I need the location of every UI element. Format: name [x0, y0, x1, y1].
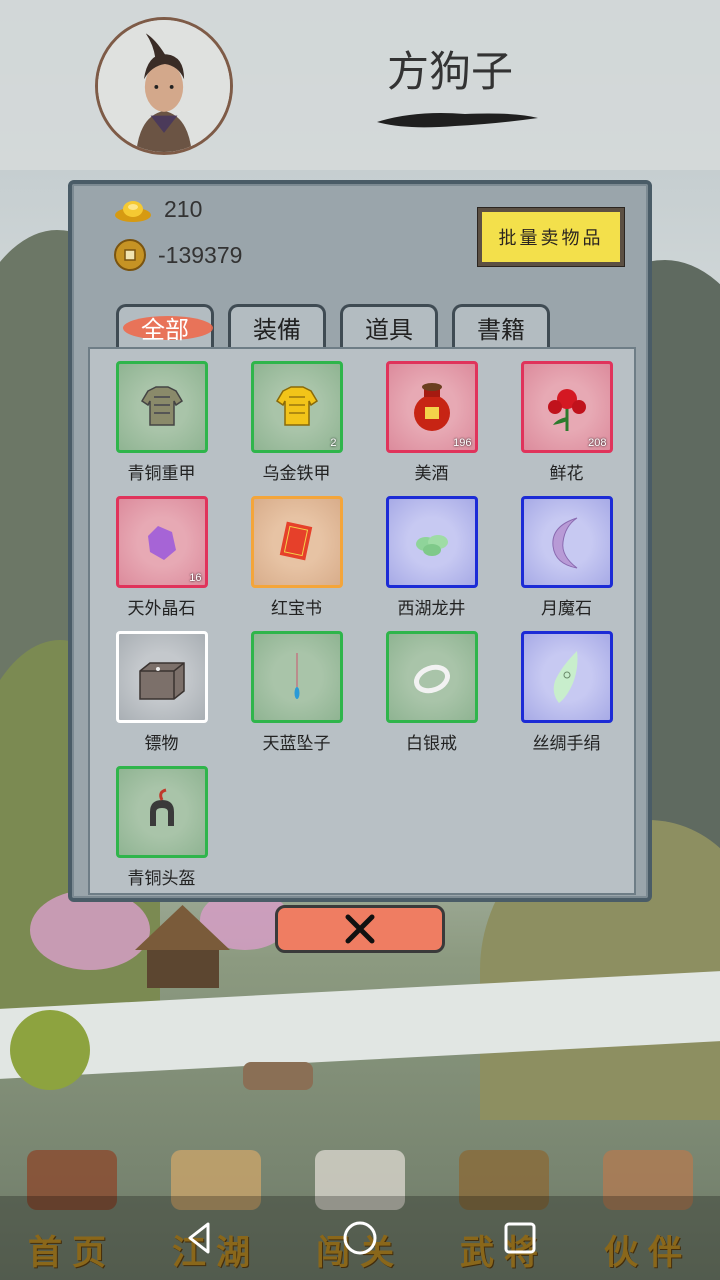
- player-name: 方狗子: [386, 47, 513, 96]
- helmet-icon: [149, 788, 174, 826]
- item-name: 月魔石: [541, 599, 592, 619]
- inventory-item[interactable]: 红宝书: [229, 496, 364, 619]
- inventory-item[interactable]: 镖物: [94, 631, 229, 754]
- item-name: 天蓝坠子: [262, 734, 331, 754]
- back-icon[interactable]: [180, 1218, 220, 1258]
- inventory-item[interactable]: 208 鲜花: [499, 361, 634, 484]
- inventory-item[interactable]: 2 乌金铁甲: [229, 361, 364, 484]
- item-slot[interactable]: [385, 496, 478, 588]
- inventory-item[interactable]: 丝绸手绢: [499, 631, 634, 754]
- silk-handkerchief-icon: [553, 651, 577, 703]
- item-slot[interactable]: 16: [115, 496, 208, 588]
- gold-ingot-icon: [115, 200, 151, 222]
- tab-all[interactable]: 全部: [116, 304, 214, 348]
- rose-icon: [547, 389, 586, 431]
- tab-equipment[interactable]: 装備: [228, 304, 326, 348]
- moon-stone-icon: [551, 517, 577, 569]
- inventory-item[interactable]: 青铜头盔: [94, 766, 229, 889]
- crystal-icon: [147, 526, 176, 560]
- bottom-nav: 首页 江湖 闯关 武将 伙伴: [0, 1110, 720, 1273]
- item-name: 乌金铁甲: [262, 464, 331, 484]
- item-slot[interactable]: [385, 631, 478, 723]
- hut-illustration: [135, 905, 230, 988]
- recents-icon[interactable]: [500, 1218, 540, 1258]
- gold-amount: 210: [164, 196, 203, 222]
- nav-home[interactable]: 首页: [0, 1110, 144, 1273]
- player-avatar[interactable]: [95, 17, 233, 155]
- item-slot[interactable]: 208: [520, 361, 613, 453]
- tab-books[interactable]: 書籍: [452, 304, 550, 348]
- inventory-item[interactable]: 西湖龙井: [364, 496, 499, 619]
- inventory-item[interactable]: 196 美酒: [364, 361, 499, 484]
- item-name: 鲜花: [549, 464, 584, 484]
- cargo-box-icon: [138, 662, 185, 700]
- inventory-item[interactable]: 天蓝坠子: [229, 631, 364, 754]
- coin-amount: -139379: [158, 241, 243, 268]
- inventory-item[interactable]: 白银戒: [364, 631, 499, 754]
- player-header: 方狗子: [0, 0, 720, 170]
- copper-coin-icon: [114, 239, 146, 271]
- item-count: 208: [588, 437, 607, 449]
- nav-partners[interactable]: 伙伴: [576, 1110, 720, 1273]
- item-slot[interactable]: [250, 496, 343, 588]
- item-count: 2: [330, 437, 337, 449]
- inventory-item[interactable]: 月魔石: [499, 496, 634, 619]
- armor-icon: [140, 386, 183, 426]
- silver-ring-icon: [413, 664, 450, 694]
- item-slot[interactable]: [115, 766, 208, 858]
- brush-stroke-decoration: [377, 113, 538, 128]
- pendant-icon: [294, 653, 299, 699]
- item-name: 红宝书: [271, 599, 322, 619]
- system-navigation-bar: [0, 1196, 720, 1280]
- item-count: 196: [453, 437, 472, 449]
- item-slot[interactable]: [115, 361, 208, 453]
- item-name: 丝绸手绢: [532, 734, 601, 754]
- close-icon: [345, 914, 375, 944]
- wine-jar-icon: [413, 383, 450, 431]
- item-slot[interactable]: 196: [385, 361, 478, 453]
- inventory-item[interactable]: 16 天外晶石: [94, 496, 229, 619]
- nav-generals[interactable]: 武将: [432, 1110, 576, 1273]
- item-grid: 青铜重甲 2 乌金铁甲 196 美酒 208 鲜花 16 天外晶石 红宝书 西湖…: [88, 347, 636, 895]
- item-count: 16: [189, 572, 202, 584]
- nav-jianghu[interactable]: 江湖: [144, 1110, 288, 1273]
- item-name: 美酒: [414, 464, 449, 484]
- tab-items[interactable]: 道具: [340, 304, 438, 348]
- item-slot[interactable]: [250, 631, 343, 723]
- category-tabs: 全部 装備 道具 書籍: [116, 304, 550, 348]
- home-icon[interactable]: [340, 1218, 380, 1258]
- item-name: 天外晶石: [127, 599, 196, 619]
- nav-challenge[interactable]: 闯关: [288, 1110, 432, 1273]
- item-slot[interactable]: [520, 496, 613, 588]
- item-name: 镖物: [144, 734, 179, 754]
- item-slot[interactable]: 2: [250, 361, 343, 453]
- gold-ingot-row: 210: [114, 196, 202, 223]
- coin-row: -139379: [114, 239, 242, 271]
- close-button[interactable]: [275, 905, 445, 953]
- item-name: 青铜头盔: [127, 869, 196, 889]
- inventory-item[interactable]: 青铜重甲: [94, 361, 229, 484]
- item-name: 西湖龙井: [397, 599, 466, 619]
- item-slot[interactable]: [115, 631, 208, 723]
- golden-armor-icon: [275, 386, 318, 426]
- item-name: 白银戒: [406, 734, 457, 754]
- item-slot[interactable]: [520, 631, 613, 723]
- tea-leaves-icon: [415, 535, 448, 556]
- red-book-icon: [279, 521, 312, 561]
- bulk-sell-button[interactable]: 批量卖物品: [477, 207, 625, 267]
- item-name: 青铜重甲: [127, 464, 196, 484]
- inventory-panel: 210 -139379 批量卖物品 全部 装備 道具 書籍 青铜重甲 2 乌金铁…: [68, 180, 652, 902]
